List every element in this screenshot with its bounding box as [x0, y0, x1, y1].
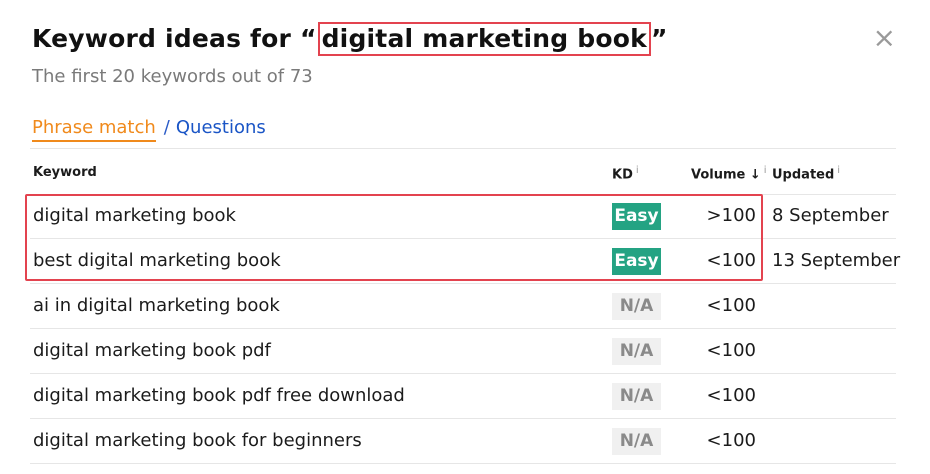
volume-value: <100 [706, 340, 756, 361]
volume-value: <100 [706, 385, 756, 406]
updated-value: 8 September [772, 205, 889, 226]
kd-badge: N/A [612, 428, 661, 455]
keyword-link[interactable]: digital marketing book for beginners [33, 430, 362, 451]
keyword-link[interactable]: ai in digital marketing book [33, 295, 280, 316]
title-query-highlight: digital marketing book [317, 22, 651, 56]
title-suffix: ” [650, 24, 668, 53]
tab-separator: / [163, 117, 170, 138]
kd-badge: N/A [612, 338, 661, 365]
kd-badge: N/A [612, 293, 661, 320]
table-row[interactable]: digital marketing book for beginners N/A… [30, 419, 896, 464]
tab-questions[interactable]: Questions [176, 117, 266, 138]
volume-value: <100 [706, 295, 756, 316]
volume-value: <100 [706, 430, 756, 451]
table-row[interactable]: digital marketing book pdf N/A <100 [30, 329, 896, 374]
kd-info-icon[interactable]: i [636, 165, 639, 176]
kd-badge: Easy [612, 248, 661, 275]
subtitle: The first 20 keywords out of 73 [32, 66, 313, 87]
volume-info-icon[interactable]: i [764, 165, 767, 176]
updated-info-icon[interactable]: i [837, 165, 840, 176]
volume-value: >100 [706, 205, 756, 226]
table-row[interactable]: ai in digital marketing book N/A <100 [30, 284, 896, 329]
close-icon[interactable]: × [873, 24, 896, 52]
keyword-link[interactable]: digital marketing book pdf free download [33, 385, 405, 406]
keyword-link[interactable]: digital marketing book pdf [33, 340, 271, 361]
table-row[interactable]: best digital marketing book Easy <100 13… [30, 239, 900, 284]
tab-phrase-match[interactable]: Phrase match [32, 117, 156, 142]
updated-value: 13 September [772, 250, 901, 271]
col-keyword[interactable]: Keyword [33, 165, 97, 180]
dialog-title: Keyword ideas for “digital marketing boo… [32, 22, 668, 56]
volume-value: <100 [706, 250, 756, 271]
match-tabs: Phrase match / Questions [32, 117, 266, 142]
table-row[interactable]: digital marketing book pdf free download… [30, 374, 896, 419]
keyword-link[interactable]: best digital marketing book [33, 250, 281, 271]
table-header: Keyword KD i Volume ↓ i Updated i [30, 150, 896, 195]
table-row[interactable]: digital marketing book Easy >100 8 Septe… [30, 194, 896, 239]
keyword-link[interactable]: digital marketing book [33, 205, 236, 226]
kd-badge: N/A [612, 383, 661, 410]
kd-badge: Easy [612, 203, 661, 230]
col-volume[interactable]: Volume ↓ i [691, 165, 767, 182]
title-prefix: Keyword ideas for “ [32, 24, 317, 53]
col-updated[interactable]: Updated i [772, 165, 840, 182]
divider [30, 148, 896, 149]
col-kd[interactable]: KD i [612, 165, 639, 182]
